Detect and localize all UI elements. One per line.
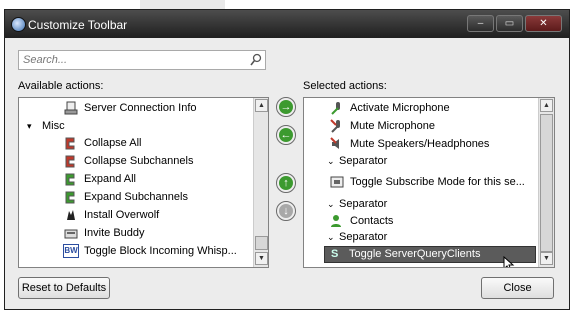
search-placeholder: Search... [23, 54, 68, 66]
separator-icon: ⌄ [327, 199, 335, 209]
search-icon [250, 53, 262, 66]
separator-icon: ⌄ [327, 232, 335, 242]
list-item[interactable]: Install Overwolf [19, 206, 253, 224]
minimize-button[interactable]: – [467, 15, 494, 32]
invite-buddy-icon [64, 229, 78, 239]
mouse-cursor-icon [503, 256, 515, 267]
reset-to-defaults-button[interactable]: Reset to Defaults [18, 277, 110, 299]
item-label: Toggle ServerQueryClients [349, 248, 481, 260]
group-label: Misc [42, 120, 65, 132]
list-item[interactable]: ⌄ Separator [304, 228, 538, 246]
maximize-button[interactable]: ▭ [496, 15, 523, 32]
expand-subchannels-icon [65, 191, 75, 204]
arrow-down-icon: ↓ [279, 204, 293, 218]
selected-actions-label: Selected actions: [303, 80, 387, 92]
separator-icon: ⌄ [327, 156, 335, 166]
selected-scrollbar[interactable]: ▲ ▼ [538, 98, 554, 267]
item-label: Activate Microphone [350, 102, 450, 114]
selected-actions-list[interactable]: Activate Microphone Mute Microphone Mute… [303, 97, 555, 268]
item-label: Invite Buddy [84, 227, 145, 239]
scroll-up-icon[interactable]: ▲ [255, 99, 268, 112]
close-icon: ✕ [539, 18, 548, 29]
item-label: Server Connection Info [84, 102, 197, 114]
close-button[interactable]: Close [481, 277, 554, 299]
mute-microphone-icon [330, 119, 340, 133]
arrow-up-icon: ↑ [279, 176, 293, 190]
list-item[interactable]: Invite Buddy [19, 224, 253, 242]
item-label: Collapse Subchannels [84, 155, 194, 167]
close-window-button[interactable]: ✕ [525, 15, 562, 32]
list-item[interactable]: ⌄ Separator [304, 195, 538, 213]
item-label: Mute Microphone [350, 120, 435, 132]
subscribe-mode-icon [330, 176, 344, 188]
search-input[interactable]: Search... [18, 50, 266, 70]
minimize-icon: – [477, 18, 484, 29]
arrow-left-icon: ← [279, 128, 293, 142]
microphone-icon [331, 102, 340, 115]
collapse-triangle-icon: ▾ [27, 121, 32, 131]
contacts-icon [331, 215, 341, 227]
customize-toolbar-dialog: Customize Toolbar – ▭ ✕ Search... Availa… [4, 9, 570, 310]
list-item[interactable]: ⌄ Separator [304, 152, 538, 170]
list-item[interactable]: Collapse All [19, 134, 253, 152]
item-label: Separator [339, 231, 388, 243]
item-label: Separator [339, 198, 388, 210]
teamspeak-app-icon [11, 17, 26, 32]
scroll-thumb[interactable] [540, 114, 553, 252]
list-item[interactable]: Expand Subchannels [19, 188, 253, 206]
available-actions-list[interactable]: Server Connection Info ▾ Misc Collapse A… [18, 97, 269, 268]
block-whisper-icon: BW [63, 244, 79, 258]
list-item[interactable]: Mute Speakers/Headphones [304, 135, 538, 153]
list-item[interactable]: Server Connection Info [19, 99, 253, 117]
scroll-down-icon[interactable]: ▼ [540, 252, 553, 265]
item-label: Toggle Block Incoming Whisp... [84, 245, 237, 257]
list-item[interactable]: Expand All [19, 170, 253, 188]
server-info-icon [64, 101, 78, 115]
item-label: Install Overwolf [84, 209, 160, 221]
list-item[interactable]: Collapse Subchannels [19, 152, 253, 170]
tree-group-misc[interactable]: ▾ Misc [19, 117, 253, 135]
serverquery-icon: S [331, 248, 339, 260]
collapse-all-icon [65, 137, 75, 150]
move-down-button: ↓ [276, 201, 296, 221]
scroll-thumb[interactable] [255, 236, 268, 250]
scroll-down-icon[interactable]: ▼ [255, 252, 268, 265]
maximize-icon: ▭ [504, 18, 515, 29]
available-scrollbar[interactable]: ▲ ▼ [253, 98, 268, 267]
list-item[interactable]: Activate Microphone [304, 99, 538, 117]
scroll-up-icon[interactable]: ▲ [540, 99, 553, 112]
item-label: Separator [339, 155, 388, 167]
collapse-subchannels-icon [65, 155, 75, 168]
list-item[interactable]: Toggle Subscribe Mode for this se... [304, 173, 538, 191]
item-label: Toggle Subscribe Mode for this se... [350, 176, 525, 188]
expand-all-icon [65, 173, 75, 186]
item-label: Mute Speakers/Headphones [350, 138, 490, 150]
mute-speakers-icon [330, 137, 339, 149]
item-label: Expand All [84, 173, 136, 185]
move-up-button[interactable]: ↑ [276, 173, 296, 193]
add-action-button[interactable]: → [276, 97, 296, 117]
title-bar[interactable]: Customize Toolbar – ▭ ✕ [5, 10, 569, 38]
arrow-right-icon: → [279, 100, 293, 114]
item-label: Expand Subchannels [84, 191, 188, 203]
window-title: Customize Toolbar [28, 18, 128, 32]
item-label: Collapse All [84, 137, 142, 149]
overwolf-icon [67, 210, 75, 220]
available-actions-label: Available actions: [18, 80, 104, 92]
remove-action-button[interactable]: ← [276, 125, 296, 145]
list-item[interactable]: BW Toggle Block Incoming Whisp... [19, 242, 253, 260]
list-item[interactable]: Mute Microphone [304, 117, 538, 135]
